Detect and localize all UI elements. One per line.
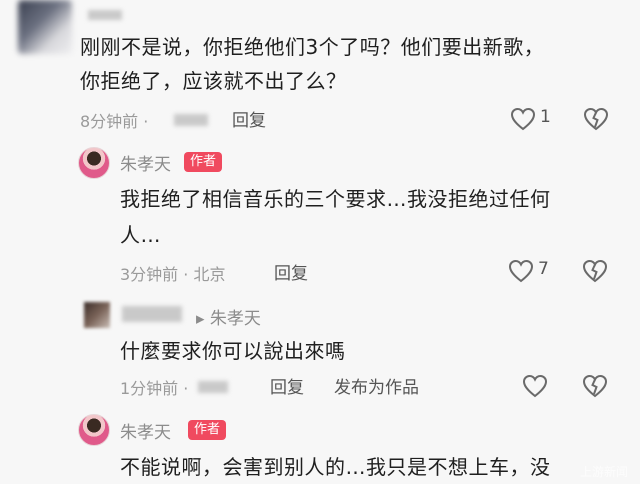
- avatar[interactable]: [84, 302, 110, 328]
- like-count: 7: [538, 259, 549, 279]
- reply-button[interactable]: 回复: [274, 259, 308, 284]
- reply-button[interactable]: 回复: [270, 373, 304, 398]
- author-badge: 作者: [184, 152, 223, 172]
- author-username[interactable]: 朱孝天: [120, 418, 171, 443]
- heart-icon[interactable]: [522, 374, 548, 398]
- comment-text: 你拒绝了，应该就不出了么？: [80, 69, 347, 93]
- broken-heart-icon[interactable]: [582, 259, 608, 283]
- comment-text: 人…: [120, 223, 161, 247]
- author-avatar[interactable]: [78, 147, 110, 179]
- comment-time: 1分钟前 ·: [120, 379, 189, 398]
- broken-heart-icon[interactable]: [583, 107, 609, 131]
- comment-text: 什麼要求你可以說出來嗎: [120, 339, 346, 363]
- avatar[interactable]: [18, 0, 72, 54]
- location-blurred: [198, 381, 228, 393]
- reply-button[interactable]: 回复: [232, 106, 266, 131]
- broken-heart-icon[interactable]: [582, 374, 608, 398]
- location-blurred: [174, 114, 208, 126]
- comment-text: 不能说啊，会害到别人的…我只是不想上车，没: [120, 455, 551, 479]
- comment-time: 8分钟前 ·: [80, 112, 149, 131]
- username-blurred: [122, 306, 182, 322]
- author-avatar[interactable]: [78, 414, 110, 446]
- author-badge: 作者: [188, 420, 227, 440]
- reply-to-username[interactable]: ▸ 朱孝天: [196, 304, 261, 329]
- like-count: 1: [540, 107, 551, 127]
- author-username[interactable]: 朱孝天: [120, 150, 171, 175]
- heart-icon[interactable]: [510, 107, 536, 131]
- watermark-logo: 上游新闻: [580, 465, 629, 479]
- comment-time-location: 3分钟前 · 北京: [120, 265, 226, 284]
- username-blurred: [88, 10, 122, 20]
- comment-text: 我拒绝了相信音乐的三个要求…我没拒绝过任何: [120, 187, 551, 211]
- comment-text: 刚刚不是说，你拒绝他们3个了吗？他们要出新歌，: [80, 35, 545, 59]
- publish-as-work-button[interactable]: 发布为作品: [334, 373, 419, 398]
- heart-icon[interactable]: [508, 259, 534, 283]
